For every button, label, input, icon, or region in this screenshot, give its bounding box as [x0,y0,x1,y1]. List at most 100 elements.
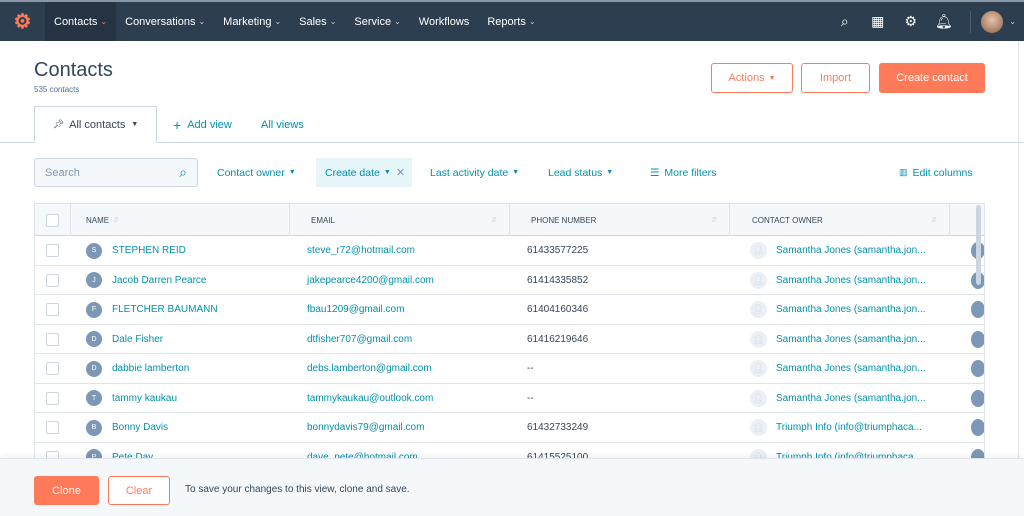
row-checkbox[interactable] [46,421,59,434]
contact-phone: 61433577225 [527,245,589,256]
save-view-footer: Clone Clear To save your changes to this… [0,458,1024,516]
row-checkbox[interactable] [46,303,59,316]
page-scrollbar-track[interactable] [1018,41,1019,461]
contact-email-link[interactable]: dtfisher707@gmail.com [307,325,412,354]
column-label: NAME [86,215,110,225]
lead-status-filter[interactable]: Lead status ▼ [548,158,613,187]
chevron-down-icon[interactable]: ⌄ [1009,17,1016,26]
plus-icon: + [173,116,182,133]
last-activity-filter[interactable]: Last activity date ▼ [430,158,519,187]
nav-item-marketing[interactable]: Marketing ⌄ [214,2,290,41]
extra-column-avatar [971,360,984,377]
import-button[interactable]: Import [801,63,870,93]
filter-label: Last activity date [430,166,509,179]
nav-item-workflows[interactable]: Workflows [410,2,479,41]
contact-name-link[interactable]: Jacob Darren Pearce [112,275,207,286]
search-icon[interactable]: ⌕ [179,164,187,181]
search-placeholder: Search [45,166,80,179]
bell-icon[interactable]: 🔔︎ [927,13,960,30]
sort-icon[interactable]: ⇵ [711,216,717,224]
clear-button[interactable]: Clear [108,476,170,505]
contact-avatar: F [86,301,102,318]
row-checkbox[interactable] [46,244,59,257]
row-checkbox[interactable] [46,391,59,405]
table-row: F FLETCHER BAUMANN fbau1209@gmail.com 614… [35,295,984,325]
contact-email-link[interactable]: debs.lamberton@gmail.com [307,354,432,383]
contact-avatar: J [86,272,102,288]
contact-owner-link[interactable]: Samantha Jones (samantha.jon... [776,245,926,256]
close-icon[interactable]: ✕ [396,166,405,179]
actions-button[interactable]: Actions ▼ [711,63,793,93]
nav-item-sales[interactable]: Sales ⌄ [290,2,345,41]
contact-name-link[interactable]: Bonny Davis [112,422,168,433]
column-owner[interactable]: CONTACT OWNER ⇵ [730,204,950,236]
chevron-down-icon: ⌄ [394,17,401,26]
columns-icon: ▥ [899,167,908,177]
tab-all-contacts[interactable]: 📌︎ All contacts ▼ [34,106,157,143]
caret-down-icon: ▼ [768,74,776,82]
edit-columns-button[interactable]: ▥ Edit columns [899,158,973,187]
contact-owner-link[interactable]: Samantha Jones (samantha.jon... [776,275,926,286]
contact-owner-filter[interactable]: Contact owner ▼ [217,158,296,187]
contact-name-link[interactable]: tammy kaukau [112,393,177,404]
nav-item-contacts[interactable]: Contacts ⌄ [45,2,117,41]
contact-owner-link[interactable]: Samantha Jones (samantha.jon... [776,363,926,374]
add-view-button[interactable]: + Add view [173,106,232,143]
contact-avatar: S [86,242,102,259]
create-date-filter[interactable]: Create date ▼ ✕ [316,158,412,187]
filter-label: Lead status [548,166,603,179]
table-row: J Jacob Darren Pearce jakepearce4200@gmai… [35,266,984,295]
search-icon[interactable]: ⌕ [828,13,861,30]
row-checkbox[interactable] [46,362,59,375]
contact-owner-link[interactable]: Samantha Jones (samantha.jon... [776,334,926,345]
contact-name-link[interactable]: FLETCHER BAUMANN [112,304,218,315]
nav-item-conversations[interactable]: Conversations ⌄ [116,2,214,41]
filter-label: More filters [664,166,717,179]
extra-column-avatar [971,330,984,348]
contact-owner-link[interactable]: Triumph Info (info@triumphaca... [776,422,922,433]
column-phone[interactable]: PHONE NUMBER ⇵ [510,204,730,236]
contact-owner-link[interactable]: Samantha Jones (samantha.jon... [776,393,926,404]
gear-icon[interactable]: ⚙ [894,13,927,30]
row-checkbox[interactable] [46,332,59,346]
chevron-down-icon: ⌄ [100,17,108,26]
contact-email-link[interactable]: jakepearce4200@gmail.com [307,266,434,295]
contact-email-link[interactable]: fbau1209@gmail.com [307,295,404,324]
sort-icon[interactable]: ⇵ [491,216,497,224]
contact-email-link[interactable]: bonnydavis79@gmail.com [307,413,424,442]
column-email[interactable]: EMAIL ⇵ [290,204,510,236]
all-views-link[interactable]: All views [261,106,304,143]
owner-avatar-icon: 👤︎ [750,360,767,377]
nav-item-reports[interactable]: Reports ⌄ [478,2,544,41]
filter-label: Create date [325,166,380,179]
column-name[interactable]: NAME ⇵ [71,204,290,236]
extra-column-avatar [971,389,984,407]
contact-avatar: B [86,419,102,436]
nav-label: Conversations [125,15,196,28]
avatar[interactable] [981,10,1004,33]
more-filters-button[interactable]: ☰ More filters [650,158,716,187]
extra-column-avatar [971,419,984,436]
create-contact-button[interactable]: Create contact [879,63,985,93]
nav-item-service[interactable]: Service ⌄ [345,2,409,41]
table-scrollbar[interactable] [976,205,981,285]
divider [970,10,972,33]
hubspot-logo-icon[interactable]: ⚙ [0,2,45,41]
sort-icon[interactable]: ⇵ [113,216,119,224]
contact-email-link[interactable]: tammykaukau@outlook.com [307,384,433,413]
sort-icon[interactable]: ⇵ [931,216,937,224]
contact-name-link[interactable]: Dale Fisher [112,334,163,345]
filter-label: Edit columns [912,166,973,179]
contact-name-link[interactable]: STEPHEN REID [112,245,186,256]
contact-owner-link[interactable]: Samantha Jones (samantha.jon... [776,304,926,315]
nav-label: Reports [487,15,526,28]
clone-button[interactable]: Clone [34,476,99,505]
search-input[interactable]: Search ⌕ [34,158,198,187]
contact-email-link[interactable]: steve_r72@hotmail.com [307,236,415,265]
owner-avatar-icon: 👤︎ [750,330,767,348]
select-all-checkbox[interactable] [46,213,59,227]
contact-name-link[interactable]: dabbie lamberton [112,363,189,374]
add-view-label: Add view [187,118,232,131]
row-checkbox[interactable] [46,273,59,287]
marketplace-icon[interactable]: ▦ [861,13,894,30]
